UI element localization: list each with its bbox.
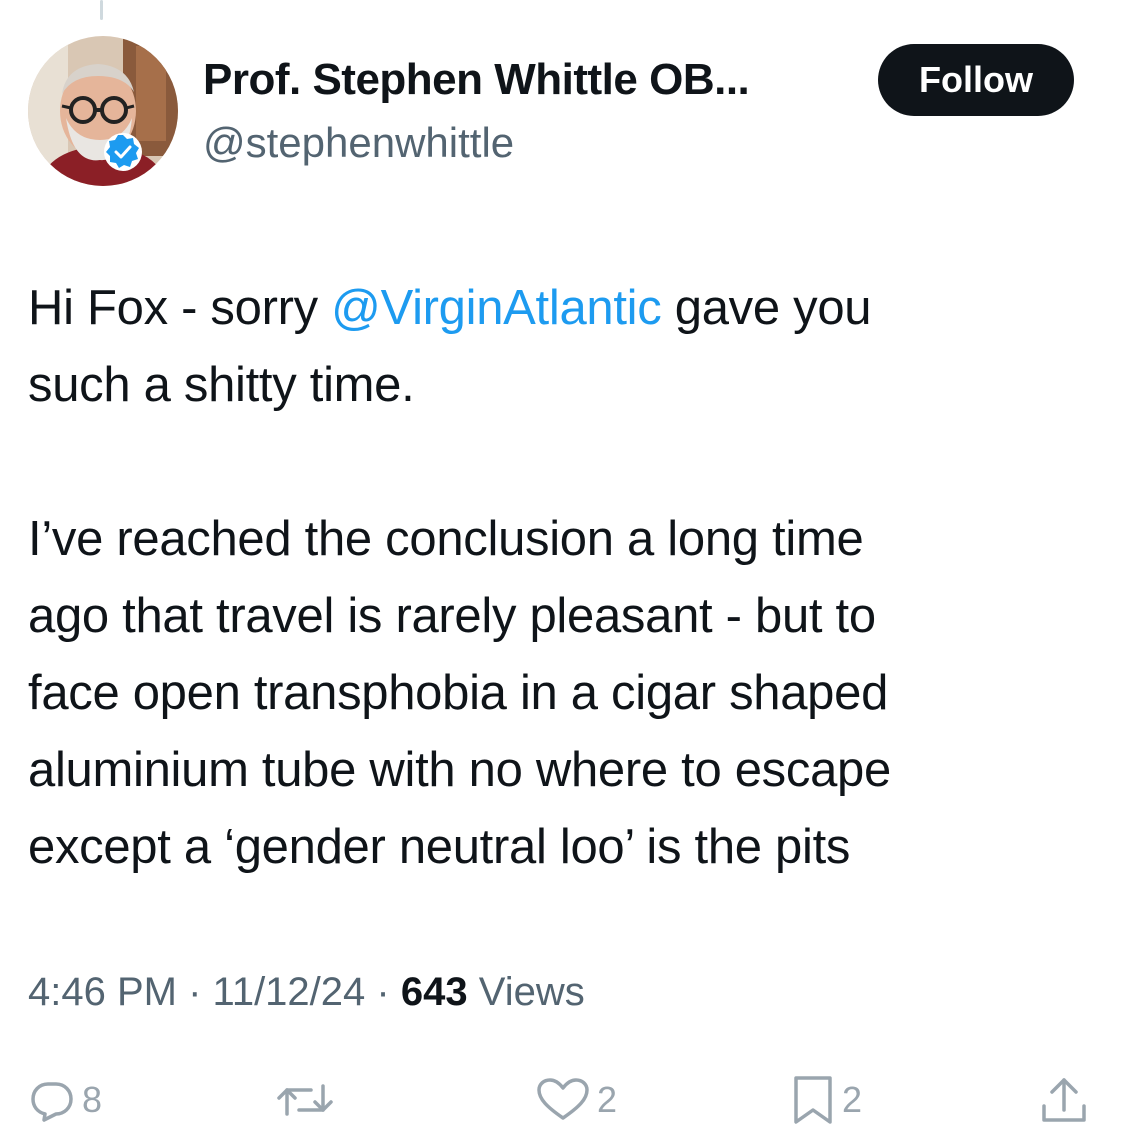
views-count: 643 <box>400 970 468 1014</box>
tweet-time[interactable]: 4:46 PM <box>28 970 177 1014</box>
reply-icon <box>28 1076 76 1124</box>
tweet-meta: 4:46 PM · 11/12/24 · 643 Views <box>28 966 585 1018</box>
like-count: 2 <box>597 1079 618 1120</box>
tweet-line: Hi Fox - sorry @VirginAtlantic gave you <box>28 270 1103 347</box>
author-display-name[interactable]: Prof. Stephen Whittle OB... <box>203 52 750 108</box>
tweet-text-segment: Hi Fox - sorry <box>28 281 332 335</box>
repost-button[interactable] <box>275 1070 341 1130</box>
tweet-line: I’ve reached the conclusion a long time <box>28 512 864 566</box>
tweet-line: ago that travel is rarely pleasant - but… <box>28 589 876 643</box>
share-icon <box>1038 1074 1090 1126</box>
share-button[interactable] <box>1038 1070 1090 1130</box>
tweet-line: such a shitty time. <box>28 358 415 412</box>
meta-separator: · <box>188 970 202 1014</box>
tweet-line: except a ‘gender neutral loo’ is the pit… <box>28 820 851 874</box>
views-label: Views <box>478 970 585 1014</box>
bookmark-button[interactable]: 2 <box>790 1070 862 1130</box>
meta-separator: · <box>376 970 390 1014</box>
repost-icon <box>275 1076 335 1124</box>
tweet-text: Hi Fox - sorry @VirginAtlantic gave you … <box>28 270 1103 886</box>
follow-button[interactable]: Follow <box>878 44 1074 116</box>
bookmark-icon <box>790 1074 836 1126</box>
tweet-line: aluminium tube with no where to escape <box>28 743 891 797</box>
reply-button[interactable]: 8 <box>28 1070 102 1130</box>
heart-icon <box>535 1076 591 1124</box>
tweet-text-segment: gave you <box>661 281 872 335</box>
tweet-date[interactable]: 11/12/24 <box>213 970 366 1014</box>
bookmark-count: 2 <box>842 1079 863 1120</box>
mention-link[interactable]: @VirginAtlantic <box>331 281 662 335</box>
reply-count: 8 <box>82 1079 103 1120</box>
tweet-line: face open transphobia in a cigar shaped <box>28 666 889 720</box>
like-button[interactable]: 2 <box>535 1070 617 1130</box>
verified-badge-icon <box>103 132 143 172</box>
thread-connector-line <box>100 0 103 20</box>
tweet-action-bar: 8 2 2 <box>0 1070 1125 1130</box>
author-handle[interactable]: @stephenwhittle <box>203 117 514 169</box>
